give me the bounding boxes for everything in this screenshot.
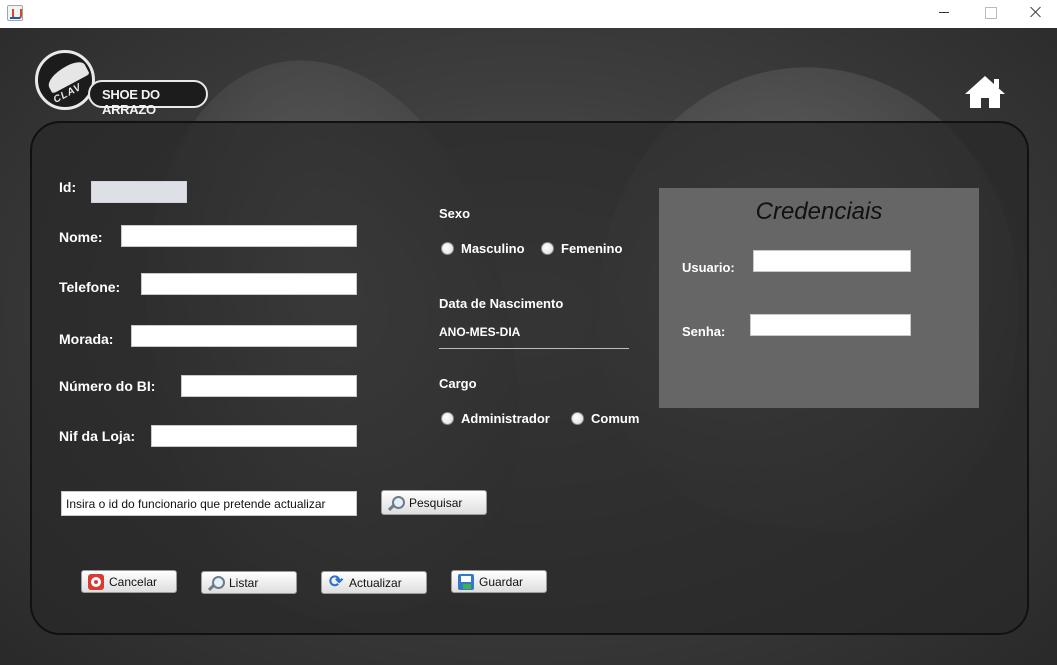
- id-label: Id:: [59, 179, 77, 195]
- bi-label: Número do BI:: [59, 378, 156, 394]
- java-app-icon: [7, 5, 23, 21]
- logo-emblem: CLAV: [35, 50, 95, 110]
- floppy-disk-icon: [458, 573, 474, 590]
- morada-field[interactable]: [131, 325, 357, 347]
- radio-administrador-label: Administrador: [461, 411, 550, 426]
- data-nascimento-field[interactable]: ANO-MES-DIA: [439, 325, 520, 339]
- logo-brand: SHOE DO ARRAZO: [88, 80, 208, 117]
- window-titlebar: [0, 0, 1057, 28]
- bi-field[interactable]: [181, 375, 357, 397]
- id-field: [91, 181, 187, 203]
- search-input[interactable]: [61, 491, 357, 516]
- credenciais-title: Credenciais: [755, 198, 883, 225]
- cancelar-button-label: Cancelar: [109, 574, 158, 589]
- credenciais-panel: Credenciais: [659, 188, 979, 408]
- magnifier-icon: [388, 495, 405, 511]
- telefone-field[interactable]: [141, 273, 357, 295]
- radio-masculino-label: Masculino: [461, 241, 525, 256]
- cancel-icon: [88, 573, 104, 590]
- nif-label: Nif da Loja:: [59, 428, 136, 444]
- usuario-label: Usuario:: [682, 260, 735, 275]
- refresh-icon: [328, 572, 344, 592]
- cancelar-button[interactable]: Cancelar: [81, 570, 177, 593]
- home-icon[interactable]: [963, 74, 1007, 110]
- radio-administrador[interactable]: [441, 412, 454, 425]
- magnifier-icon: [208, 575, 225, 591]
- search-button[interactable]: Pesquisar: [381, 490, 487, 515]
- radio-comum[interactable]: [571, 412, 584, 425]
- actualizar-button-label: Actualizar: [349, 575, 402, 590]
- data-nascimento-label: Data de Nascimento: [439, 296, 564, 311]
- senha-field[interactable]: [750, 314, 911, 336]
- data-nascimento-underline: [439, 348, 629, 349]
- guardar-button[interactable]: Guardar: [451, 570, 547, 593]
- nome-label: Nome:: [59, 229, 103, 245]
- maximize-button[interactable]: [966, 0, 1012, 28]
- listar-button-label: Listar: [229, 575, 259, 590]
- morada-label: Morada:: [59, 331, 114, 347]
- actualizar-button[interactable]: Actualizar: [321, 571, 427, 594]
- nome-field[interactable]: [121, 225, 357, 247]
- minimize-button[interactable]: [920, 0, 966, 28]
- senha-label: Senha:: [682, 324, 726, 339]
- guardar-button-label: Guardar: [479, 574, 524, 589]
- telefone-label: Telefone:: [59, 279, 121, 295]
- radio-femenino[interactable]: [541, 242, 554, 255]
- sexo-label: Sexo: [439, 206, 471, 221]
- search-button-label: Pesquisar: [409, 495, 463, 510]
- radio-comum-label: Comum: [591, 411, 640, 426]
- cargo-label: Cargo: [439, 376, 477, 391]
- radio-femenino-label: Femenino: [561, 241, 623, 256]
- nif-field[interactable]: [151, 425, 357, 447]
- radio-masculino[interactable]: [441, 242, 454, 255]
- listar-button[interactable]: Listar: [201, 571, 297, 594]
- logo-brand-text: SHOE DO ARRAZO: [102, 87, 160, 117]
- close-button[interactable]: [1012, 0, 1057, 28]
- usuario-field[interactable]: [753, 250, 911, 272]
